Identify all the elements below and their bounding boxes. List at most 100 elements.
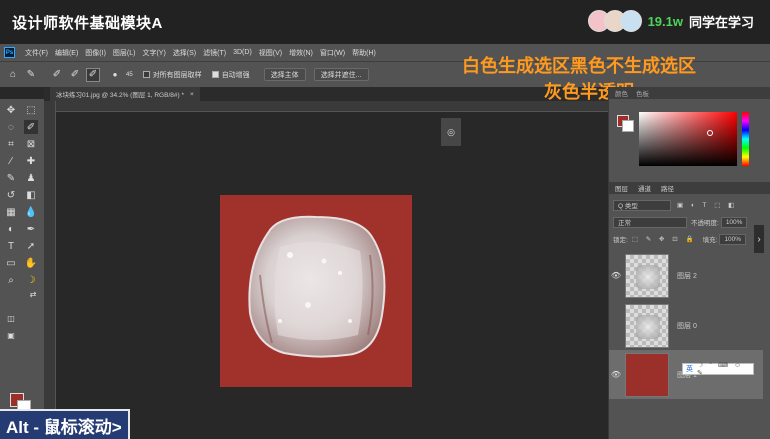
panel-collapse-arrow-icon[interactable]: ›	[754, 225, 764, 253]
select-subject-button[interactable]: 选择主体	[263, 68, 306, 81]
layer-thumbnail	[625, 303, 669, 348]
keyboard-hint: Alt - 鼠标滚动>	[0, 409, 130, 439]
vertical-ruler	[44, 101, 56, 439]
visibility-eye-icon[interactable]: 👁	[609, 271, 623, 280]
blend-row: 正常 不透明度: 100%	[613, 216, 763, 228]
document-canvas[interactable]	[220, 195, 412, 387]
layer-row[interactable]: 👁 图层 2	[609, 251, 763, 300]
brush-size-icon[interactable]: ●	[108, 68, 122, 82]
lock-row: 锁定: ⬚ ✎ ✥ ⊡ 🔒 填充: 100%	[613, 233, 763, 245]
menu-filter[interactable]: 滤镜(T)	[203, 48, 226, 58]
crop-tool-icon[interactable]: ⌗	[4, 137, 18, 151]
blend-mode-select[interactable]: 正常	[613, 216, 687, 228]
tab-color[interactable]: 颜色	[615, 88, 628, 98]
hand-tool-icon[interactable]: ✋	[24, 256, 38, 270]
tab-paths[interactable]: 路径	[661, 183, 674, 193]
brush-preset-icon[interactable]: ✎	[24, 68, 38, 82]
layer-name: 图层 0	[677, 322, 697, 330]
auto-enhance-checkbox[interactable]	[211, 71, 219, 78]
menu-window[interactable]: 窗口(W)	[320, 48, 345, 58]
layer-filter-select[interactable]: Q 类型	[613, 199, 671, 211]
home-icon[interactable]: ⌂	[6, 68, 20, 82]
quick-select-icon[interactable]: ✐	[86, 67, 100, 82]
ime-icons: ☽ ° ⌨ ☺ ✎	[697, 362, 744, 377]
quick-select-tool-icon[interactable]: ✐	[24, 120, 38, 134]
properties-panel-icon[interactable]: ◎	[441, 118, 461, 146]
type-tool-icon[interactable]: T	[4, 239, 18, 253]
document-tab[interactable]: 冰块练习01.jpg @ 34.2% (图层 1, RGB/8#) * ×	[50, 87, 200, 101]
opacity-input[interactable]: 100%	[720, 216, 748, 228]
add-selection-icon[interactable]: ✐	[68, 68, 82, 82]
lock-icons[interactable]: ⬚ ✎ ✥ ⊡ 🔒	[632, 235, 697, 243]
dodge-tool-icon[interactable]: ◐	[4, 222, 18, 236]
menu-select[interactable]: 选择(S)	[173, 48, 196, 58]
path-select-tool-icon[interactable]: ➚	[24, 239, 38, 253]
layer-filter-row: Q 类型 ▣ ◐ T ⬚ ◧	[613, 199, 763, 211]
lasso-tool-icon[interactable]: ◌	[4, 120, 18, 134]
marquee-tool-icon[interactable]: ⬚	[24, 103, 38, 117]
ime-toolbar[interactable]: 英 ☽ ° ⌨ ☺ ✎	[682, 362, 754, 377]
move-tool-icon[interactable]: ✥	[4, 103, 18, 117]
banana-icon[interactable]: ☽	[24, 273, 38, 287]
frame-tool-icon[interactable]: ⊠	[24, 137, 38, 151]
visibility-eye-icon[interactable]: 👁	[609, 370, 623, 379]
screen-mode-icon[interactable]: ▣	[4, 328, 18, 342]
screen: 设计师软件基础模块A 19.1w 同学在学习 Ps 文件(F) 编辑(E) 图像…	[0, 0, 770, 439]
sample-all-layers-checkbox[interactable]	[142, 71, 150, 78]
brush-tool-icon[interactable]: ✎	[4, 171, 18, 185]
color-panel-background[interactable]	[622, 120, 634, 132]
close-icon[interactable]: ×	[190, 91, 194, 98]
layer-row[interactable]: 图层 0	[609, 301, 763, 350]
viewer-avatars	[587, 10, 642, 32]
quick-mask-icon[interactable]: ◫	[4, 311, 18, 325]
menu-type[interactable]: 文字(Y)	[142, 48, 165, 58]
menu-edit[interactable]: 编辑(E)	[55, 48, 78, 58]
tab-layers[interactable]: 图层	[615, 183, 628, 193]
color-picker-cursor[interactable]	[707, 130, 713, 136]
canvas-area[interactable]	[56, 112, 608, 439]
menu-image[interactable]: 图像(I)	[85, 48, 106, 58]
horizontal-ruler	[56, 101, 608, 112]
brush-size-value: 45	[126, 71, 133, 78]
swap-colors-icon[interactable]: ⇄	[26, 287, 40, 301]
filter-icons[interactable]: ▣ ◐ T ⬚ ◧	[677, 201, 737, 209]
blur-tool-icon[interactable]: 💧	[24, 205, 38, 219]
color-panel-tabs: 颜色 色板	[609, 87, 770, 99]
fill-input[interactable]: 100%	[719, 233, 747, 245]
healing-brush-tool-icon[interactable]: ✚	[24, 154, 38, 168]
lock-label: 锁定:	[613, 237, 628, 244]
document-tabs: 冰块练习01.jpg @ 34.2% (图层 1, RGB/8#) * ×	[44, 87, 608, 101]
menu-3d[interactable]: 3D(D)	[233, 49, 252, 56]
history-brush-tool-icon[interactable]: ↺	[4, 188, 18, 202]
hue-slider[interactable]	[742, 112, 749, 166]
course-header: 设计师软件基础模块A 19.1w 同学在学习	[0, 0, 770, 44]
shape-tool-icon[interactable]: ▭	[4, 256, 18, 270]
avatar	[619, 10, 642, 32]
layer-thumbnail	[625, 253, 669, 298]
menu-file[interactable]: 文件(F)	[25, 48, 48, 58]
ime-language: 英	[686, 366, 693, 373]
layer-name: 图层 2	[677, 272, 697, 280]
viewer-label: 同学在学习	[688, 14, 754, 30]
menu-view[interactable]: 视图(V)	[259, 48, 282, 58]
pen-tool-icon[interactable]: ✒	[24, 222, 38, 236]
right-panels: 颜色 色板 图层 通道 路径 Q 类型 ▣ ◐ T ⬚ ◧ 正常 不透明度: 1…	[608, 87, 770, 439]
eyedropper-tool-icon[interactable]: ⁄	[4, 154, 18, 168]
menu-layer[interactable]: 图层(L)	[113, 48, 136, 58]
menu-plugins[interactable]: 增效(N)	[289, 48, 313, 58]
tab-swatches[interactable]: 色板	[636, 88, 649, 98]
fill-label: 填充:	[702, 237, 718, 244]
viewer-count: 19.1w	[647, 13, 683, 29]
stamp-tool-icon[interactable]: ♟	[24, 171, 38, 185]
viewer-info: 19.1w 同学在学习	[587, 10, 754, 32]
menu-help[interactable]: 帮助(H)	[352, 48, 376, 58]
layers-panel-tabs: 图层 通道 路径	[609, 182, 770, 194]
auto-enhance-label: 自动增强	[221, 71, 250, 79]
gradient-tool-icon[interactable]: ▦	[4, 205, 18, 219]
zoom-tool-icon[interactable]: ⌕	[4, 273, 18, 287]
tab-channels[interactable]: 通道	[638, 183, 651, 193]
eraser-tool-icon[interactable]: ◧	[24, 188, 38, 202]
color-picker-field[interactable]	[639, 112, 737, 166]
new-selection-icon[interactable]: ✐	[50, 68, 64, 82]
select-and-mask-button[interactable]: 选择并遮住...	[313, 68, 369, 81]
